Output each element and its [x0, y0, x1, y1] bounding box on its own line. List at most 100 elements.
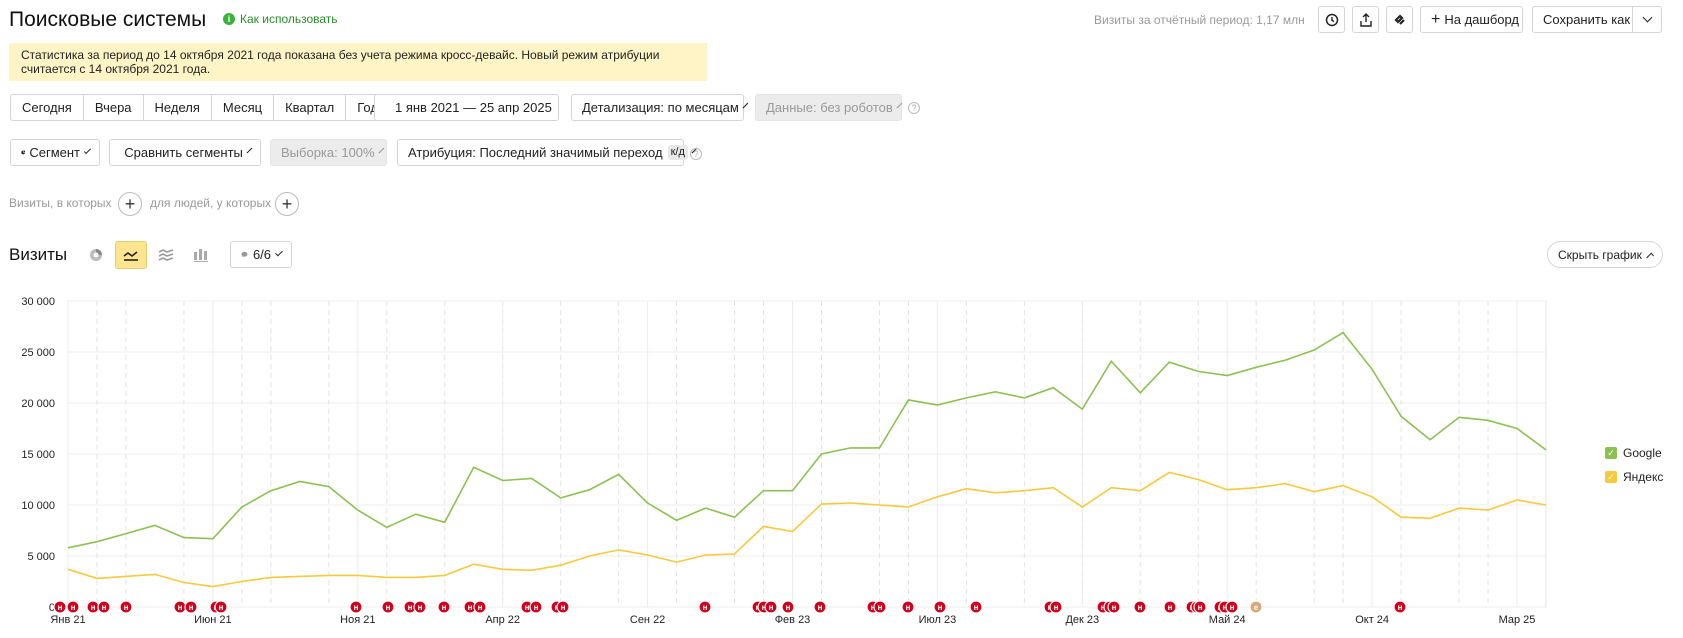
- data-point[interactable]: [702, 504, 710, 512]
- data-point[interactable]: [1078, 405, 1086, 413]
- data-point[interactable]: [209, 535, 217, 543]
- data-point[interactable]: [702, 551, 710, 559]
- data-point[interactable]: [1397, 412, 1405, 420]
- data-point[interactable]: [1223, 371, 1231, 379]
- data-point[interactable]: [1368, 493, 1376, 501]
- data-point[interactable]: [296, 478, 304, 486]
- data-point[interactable]: [1194, 476, 1202, 484]
- period-month[interactable]: Месяц: [212, 95, 275, 120]
- data-point[interactable]: [586, 486, 594, 494]
- data-point[interactable]: [875, 501, 883, 509]
- data-point[interactable]: [615, 546, 623, 554]
- compare-segments-button[interactable]: Сравнить сегменты: [109, 139, 261, 166]
- data-point[interactable]: [383, 573, 391, 581]
- data-point[interactable]: [1223, 486, 1231, 494]
- data-point[interactable]: [180, 534, 188, 542]
- data-point[interactable]: [1020, 487, 1028, 495]
- data-point[interactable]: [528, 566, 536, 574]
- add-to-dashboard-button[interactable]: + На дашборд: [1420, 6, 1523, 33]
- data-point[interactable]: [1136, 487, 1144, 495]
- help-icon[interactable]: ?: [690, 148, 702, 160]
- add-visit-filter-button[interactable]: +: [118, 192, 142, 216]
- data-point[interactable]: [1455, 413, 1463, 421]
- data-point[interactable]: [1484, 416, 1492, 424]
- data-point[interactable]: [875, 444, 883, 452]
- data-point[interactable]: [412, 573, 420, 581]
- data-point[interactable]: [731, 550, 739, 558]
- data-point[interactable]: [1310, 488, 1318, 496]
- data-point[interactable]: [1252, 363, 1260, 371]
- data-point[interactable]: [296, 572, 304, 580]
- save-as-dropdown[interactable]: [1632, 6, 1662, 33]
- data-point[interactable]: [1542, 501, 1550, 509]
- period-quarter[interactable]: Квартал: [274, 95, 347, 120]
- data-point[interactable]: [64, 544, 72, 552]
- data-point[interactable]: [412, 510, 420, 518]
- data-point[interactable]: [1136, 389, 1144, 397]
- data-point[interactable]: [673, 516, 681, 524]
- data-point[interactable]: [267, 573, 275, 581]
- data-point[interactable]: [122, 530, 130, 538]
- data-point[interactable]: [673, 558, 681, 566]
- period-week[interactable]: Неделя: [144, 95, 212, 120]
- data-point[interactable]: [991, 388, 999, 396]
- data-point[interactable]: [557, 561, 565, 569]
- data-point[interactable]: [325, 483, 333, 491]
- data-point[interactable]: [1165, 468, 1173, 476]
- data-point[interactable]: [904, 396, 912, 404]
- pie-chart-toggle[interactable]: [80, 241, 112, 269]
- export-button[interactable]: [1352, 6, 1379, 33]
- data-point[interactable]: [557, 494, 565, 502]
- save-as-button[interactable]: Сохранить как: [1532, 6, 1633, 33]
- area-chart-toggle[interactable]: [150, 241, 182, 269]
- data-point[interactable]: [1513, 496, 1521, 504]
- data-point[interactable]: [760, 487, 768, 495]
- data-point[interactable]: [1484, 506, 1492, 514]
- data-point[interactable]: [586, 552, 594, 560]
- data-point[interactable]: [1107, 484, 1115, 492]
- date-range-picker[interactable]: 1 янв 2021 — 25 апр 2025: [374, 94, 559, 121]
- bar-chart-toggle[interactable]: [185, 241, 217, 269]
- data-point[interactable]: [1513, 425, 1521, 433]
- data-point[interactable]: [325, 571, 333, 579]
- line-chart-toggle[interactable]: [115, 241, 147, 269]
- data-point[interactable]: [1339, 329, 1347, 337]
- data-point[interactable]: [1078, 503, 1086, 511]
- data-point[interactable]: [933, 493, 941, 501]
- data-point[interactable]: [789, 487, 797, 495]
- data-point[interactable]: [238, 578, 246, 586]
- data-point[interactable]: [354, 506, 362, 514]
- data-point[interactable]: [383, 523, 391, 531]
- data-point[interactable]: [1542, 446, 1550, 454]
- data-point[interactable]: [1194, 367, 1202, 375]
- data-point[interactable]: [151, 570, 159, 578]
- detail-select[interactable]: Детализация: по месяцам: [571, 94, 749, 121]
- hide-chart-button[interactable]: Скрыть график: [1547, 241, 1663, 268]
- how-to-use-link[interactable]: i Как использовать: [223, 12, 338, 26]
- data-point[interactable]: [93, 538, 101, 546]
- data-point[interactable]: [1310, 346, 1318, 354]
- data-point[interactable]: [615, 470, 623, 478]
- data-point[interactable]: [238, 503, 246, 511]
- segment-button[interactable]: Сегмент: [10, 139, 100, 166]
- data-point[interactable]: [1049, 384, 1057, 392]
- data-point[interactable]: [644, 499, 652, 507]
- data-point[interactable]: [760, 522, 768, 530]
- data-point[interactable]: [817, 450, 825, 458]
- data-point[interactable]: [904, 503, 912, 511]
- data-point[interactable]: [1455, 504, 1463, 512]
- data-point[interactable]: [528, 474, 536, 482]
- data-point[interactable]: [1165, 358, 1173, 366]
- history-button[interactable]: [1318, 6, 1345, 33]
- data-point[interactable]: [933, 401, 941, 409]
- data-point[interactable]: [1049, 484, 1057, 492]
- help-icon[interactable]: ?: [908, 102, 920, 114]
- data-point[interactable]: [122, 572, 130, 580]
- data-point[interactable]: [267, 487, 275, 495]
- data-point[interactable]: [499, 477, 507, 485]
- data-point[interactable]: [1020, 394, 1028, 402]
- data-point[interactable]: [151, 521, 159, 529]
- data-point[interactable]: [1397, 513, 1405, 521]
- subscribe-button[interactable]: [1386, 6, 1413, 33]
- data-point[interactable]: [1107, 357, 1115, 365]
